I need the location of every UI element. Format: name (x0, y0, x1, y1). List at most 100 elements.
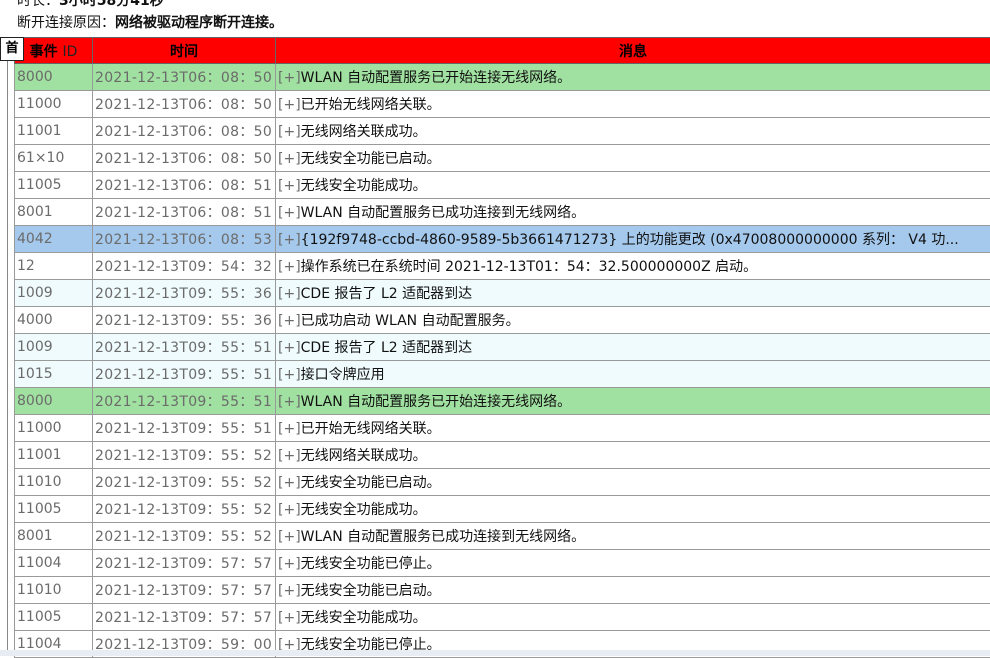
table-row[interactable]: 110102021-12-13T09：57：57[+]无线安全功能已启动。 (15, 577, 990, 604)
left-divider (7, 60, 8, 656)
message-text: 无线安全功能成功。 (301, 178, 427, 194)
cell-time: 2021-12-13T09：55：36 (93, 307, 276, 334)
cell-event-id: 8001 (15, 523, 93, 550)
cell-event-id: 11004 (15, 550, 93, 577)
cell-message: [+]WLAN 自动配置服务已开始连接无线网络。 (276, 388, 990, 415)
cell-event-id: 11005 (15, 604, 93, 631)
table-row[interactable]: 110002021-12-13T06：08：50[+]已开始无线网络关联。 (15, 91, 990, 118)
cell-event-id: 4000 (15, 307, 93, 334)
table-row[interactable]: 110012021-12-13T09：55：52[+]无线网络关联成功。 (15, 442, 990, 469)
table-row[interactable]: 10152021-12-13T09：55：51[+]接口令牌应用 (15, 361, 990, 388)
message-text: CDE 报告了 L2 适配器到达 (301, 340, 472, 356)
cell-event-id: 1015 (15, 361, 93, 388)
message-text: 无线网络关联成功。 (301, 124, 427, 140)
cell-message: [+]无线安全功能成功。 (276, 496, 990, 523)
header-event-id[interactable]: 事件 ID (15, 38, 93, 64)
cell-time: 2021-12-13T09：55：51 (93, 415, 276, 442)
table-row[interactable]: 10092021-12-13T09：55：51[+]CDE 报告了 L2 适配器… (15, 334, 990, 361)
expand-prefix[interactable]: [+] (278, 583, 301, 599)
cell-time: 2021-12-13T09：55：52 (93, 442, 276, 469)
expand-prefix[interactable]: [+] (278, 151, 301, 167)
cell-message: [+]无线网络关联成功。 (276, 442, 990, 469)
message-text: 接口令牌应用 (301, 367, 385, 383)
header-time[interactable]: 时间 (93, 38, 276, 64)
table-row[interactable]: 10092021-12-13T09：55：36[+]CDE 报告了 L2 适配器… (15, 280, 990, 307)
message-text: WLAN 自动配置服务已开始连接无线网络。 (301, 394, 571, 410)
expand-prefix[interactable]: [+] (278, 421, 301, 437)
cell-message: [+]无线安全功能已启动。 (276, 469, 990, 496)
cell-message: [+]CDE 报告了 L2 适配器到达 (276, 280, 990, 307)
expand-prefix[interactable]: [+] (278, 97, 301, 113)
cell-message: [+]WLAN 自动配置服务已成功连接到无线网络。 (276, 523, 990, 550)
expand-prefix[interactable]: [+] (278, 367, 301, 383)
cell-event-id: 8000 (15, 388, 93, 415)
header-message[interactable]: 消息 (276, 38, 990, 64)
cell-event-id: 11000 (15, 415, 93, 442)
expand-prefix[interactable]: [+] (278, 610, 301, 626)
message-text: 无线安全功能已启动。 (301, 151, 441, 167)
duration-label: 时长： (17, 0, 59, 9)
cell-message: [+]无线安全功能已启动。 (276, 577, 990, 604)
cell-event-id: 8001 (15, 199, 93, 226)
cell-time: 2021-12-13T09：54：32 (93, 253, 276, 280)
cell-event-id: 11005 (15, 172, 93, 199)
cell-event-id: 11010 (15, 469, 93, 496)
table-row[interactable]: 61×102021-12-13T06：08：50[+]无线安全功能已启动。 (15, 145, 990, 172)
cell-time: 2021-12-13T09：55：36 (93, 280, 276, 307)
cell-message: [+]操作系统已在系统时间 2021-12-13T01：54：32.500000… (276, 253, 990, 280)
cell-event-id: 11005 (15, 496, 93, 523)
expand-prefix[interactable]: [+] (278, 205, 301, 221)
cell-message: [+]{192f9748-ccbd-4860-9589-5b3661471273… (276, 226, 990, 253)
expand-prefix[interactable]: [+] (278, 259, 301, 275)
expand-prefix[interactable]: [+] (278, 529, 301, 545)
cell-message: [+]已成功启动 WLAN 自动配置服务。 (276, 307, 990, 334)
expand-prefix[interactable]: [+] (278, 232, 301, 248)
expand-prefix[interactable]: [+] (278, 70, 301, 86)
message-text: 已开始无线网络关联。 (301, 97, 441, 113)
cell-message: [+]已开始无线网络关联。 (276, 415, 990, 442)
expand-prefix[interactable]: [+] (278, 475, 301, 491)
cell-time: 2021-12-13T09：55：52 (93, 496, 276, 523)
expand-prefix[interactable]: [+] (278, 286, 301, 302)
cell-event-id: 61×10 (15, 145, 93, 172)
message-text: 无线安全功能已启动。 (301, 583, 441, 599)
table-row[interactable]: 110102021-12-13T09：55：52[+]无线安全功能已启动。 (15, 469, 990, 496)
table-row[interactable]: 80012021-12-13T06：08：51[+]WLAN 自动配置服务已成功… (15, 199, 990, 226)
table-row[interactable]: 110042021-12-13T09：57：57[+]无线安全功能已停止。 (15, 550, 990, 577)
table-row[interactable]: 80002021-12-13T06：08：50[+]WLAN 自动配置服务已开始… (15, 64, 990, 91)
expand-prefix[interactable]: [+] (278, 313, 301, 329)
expand-prefix[interactable]: [+] (278, 448, 301, 464)
table-row[interactable]: 40422021-12-13T06：08：53[+]{192f9748-ccbd… (15, 226, 990, 253)
side-toggle-button[interactable]: 首 (0, 37, 24, 61)
cell-message: [+]已开始无线网络关联。 (276, 91, 990, 118)
cell-time: 2021-12-13T06：08：50 (93, 91, 276, 118)
disconnect-reason-line: 断开连接原因：网络被驱动程序断开连接。 (17, 12, 283, 34)
table-row[interactable]: 80012021-12-13T09：55：52[+]WLAN 自动配置服务已成功… (15, 523, 990, 550)
expand-prefix[interactable]: [+] (278, 394, 301, 410)
table-row[interactable]: 110012021-12-13T06：08：50[+]无线网络关联成功。 (15, 118, 990, 145)
expand-prefix[interactable]: [+] (278, 556, 301, 572)
table-row[interactable]: 122021-12-13T09：54：32[+]操作系统已在系统时间 2021-… (15, 253, 990, 280)
message-text: 无线网络关联成功。 (301, 448, 427, 464)
cell-event-id: 11010 (15, 577, 93, 604)
message-text: 操作系统已在系统时间 2021-12-13T01：54：32.500000000… (301, 259, 757, 275)
table-row[interactable]: 80002021-12-13T09：55：51[+]WLAN 自动配置服务已开始… (15, 388, 990, 415)
table-row[interactable]: 40002021-12-13T09：55：36[+]已成功启动 WLAN 自动配… (15, 307, 990, 334)
expand-prefix[interactable]: [+] (278, 124, 301, 140)
cell-time: 2021-12-13T06：08：50 (93, 64, 276, 91)
expand-prefix[interactable]: [+] (278, 502, 301, 518)
cell-message: [+]无线安全功能成功。 (276, 604, 990, 631)
table-row[interactable]: 110052021-12-13T09：57：57[+]无线安全功能成功。 (15, 604, 990, 631)
table-row[interactable]: 110052021-12-13T06：08：51[+]无线安全功能成功。 (15, 172, 990, 199)
cell-time: 2021-12-13T06：08：51 (93, 172, 276, 199)
table-row[interactable]: 110002021-12-13T09：55：51[+]已开始无线网络关联。 (15, 415, 990, 442)
expand-prefix[interactable]: [+] (278, 178, 301, 194)
cell-event-id: 12 (15, 253, 93, 280)
expand-prefix[interactable]: [+] (278, 340, 301, 356)
cell-message: [+]无线安全功能已启动。 (276, 145, 990, 172)
header-event-id-sub: ID (62, 44, 77, 60)
cell-event-id: 8000 (15, 64, 93, 91)
table-row[interactable]: 110052021-12-13T09：55：52[+]无线安全功能成功。 (15, 496, 990, 523)
duration-line: 时长：3小时58分41秒 (17, 0, 164, 12)
cell-message: [+]无线安全功能成功。 (276, 172, 990, 199)
